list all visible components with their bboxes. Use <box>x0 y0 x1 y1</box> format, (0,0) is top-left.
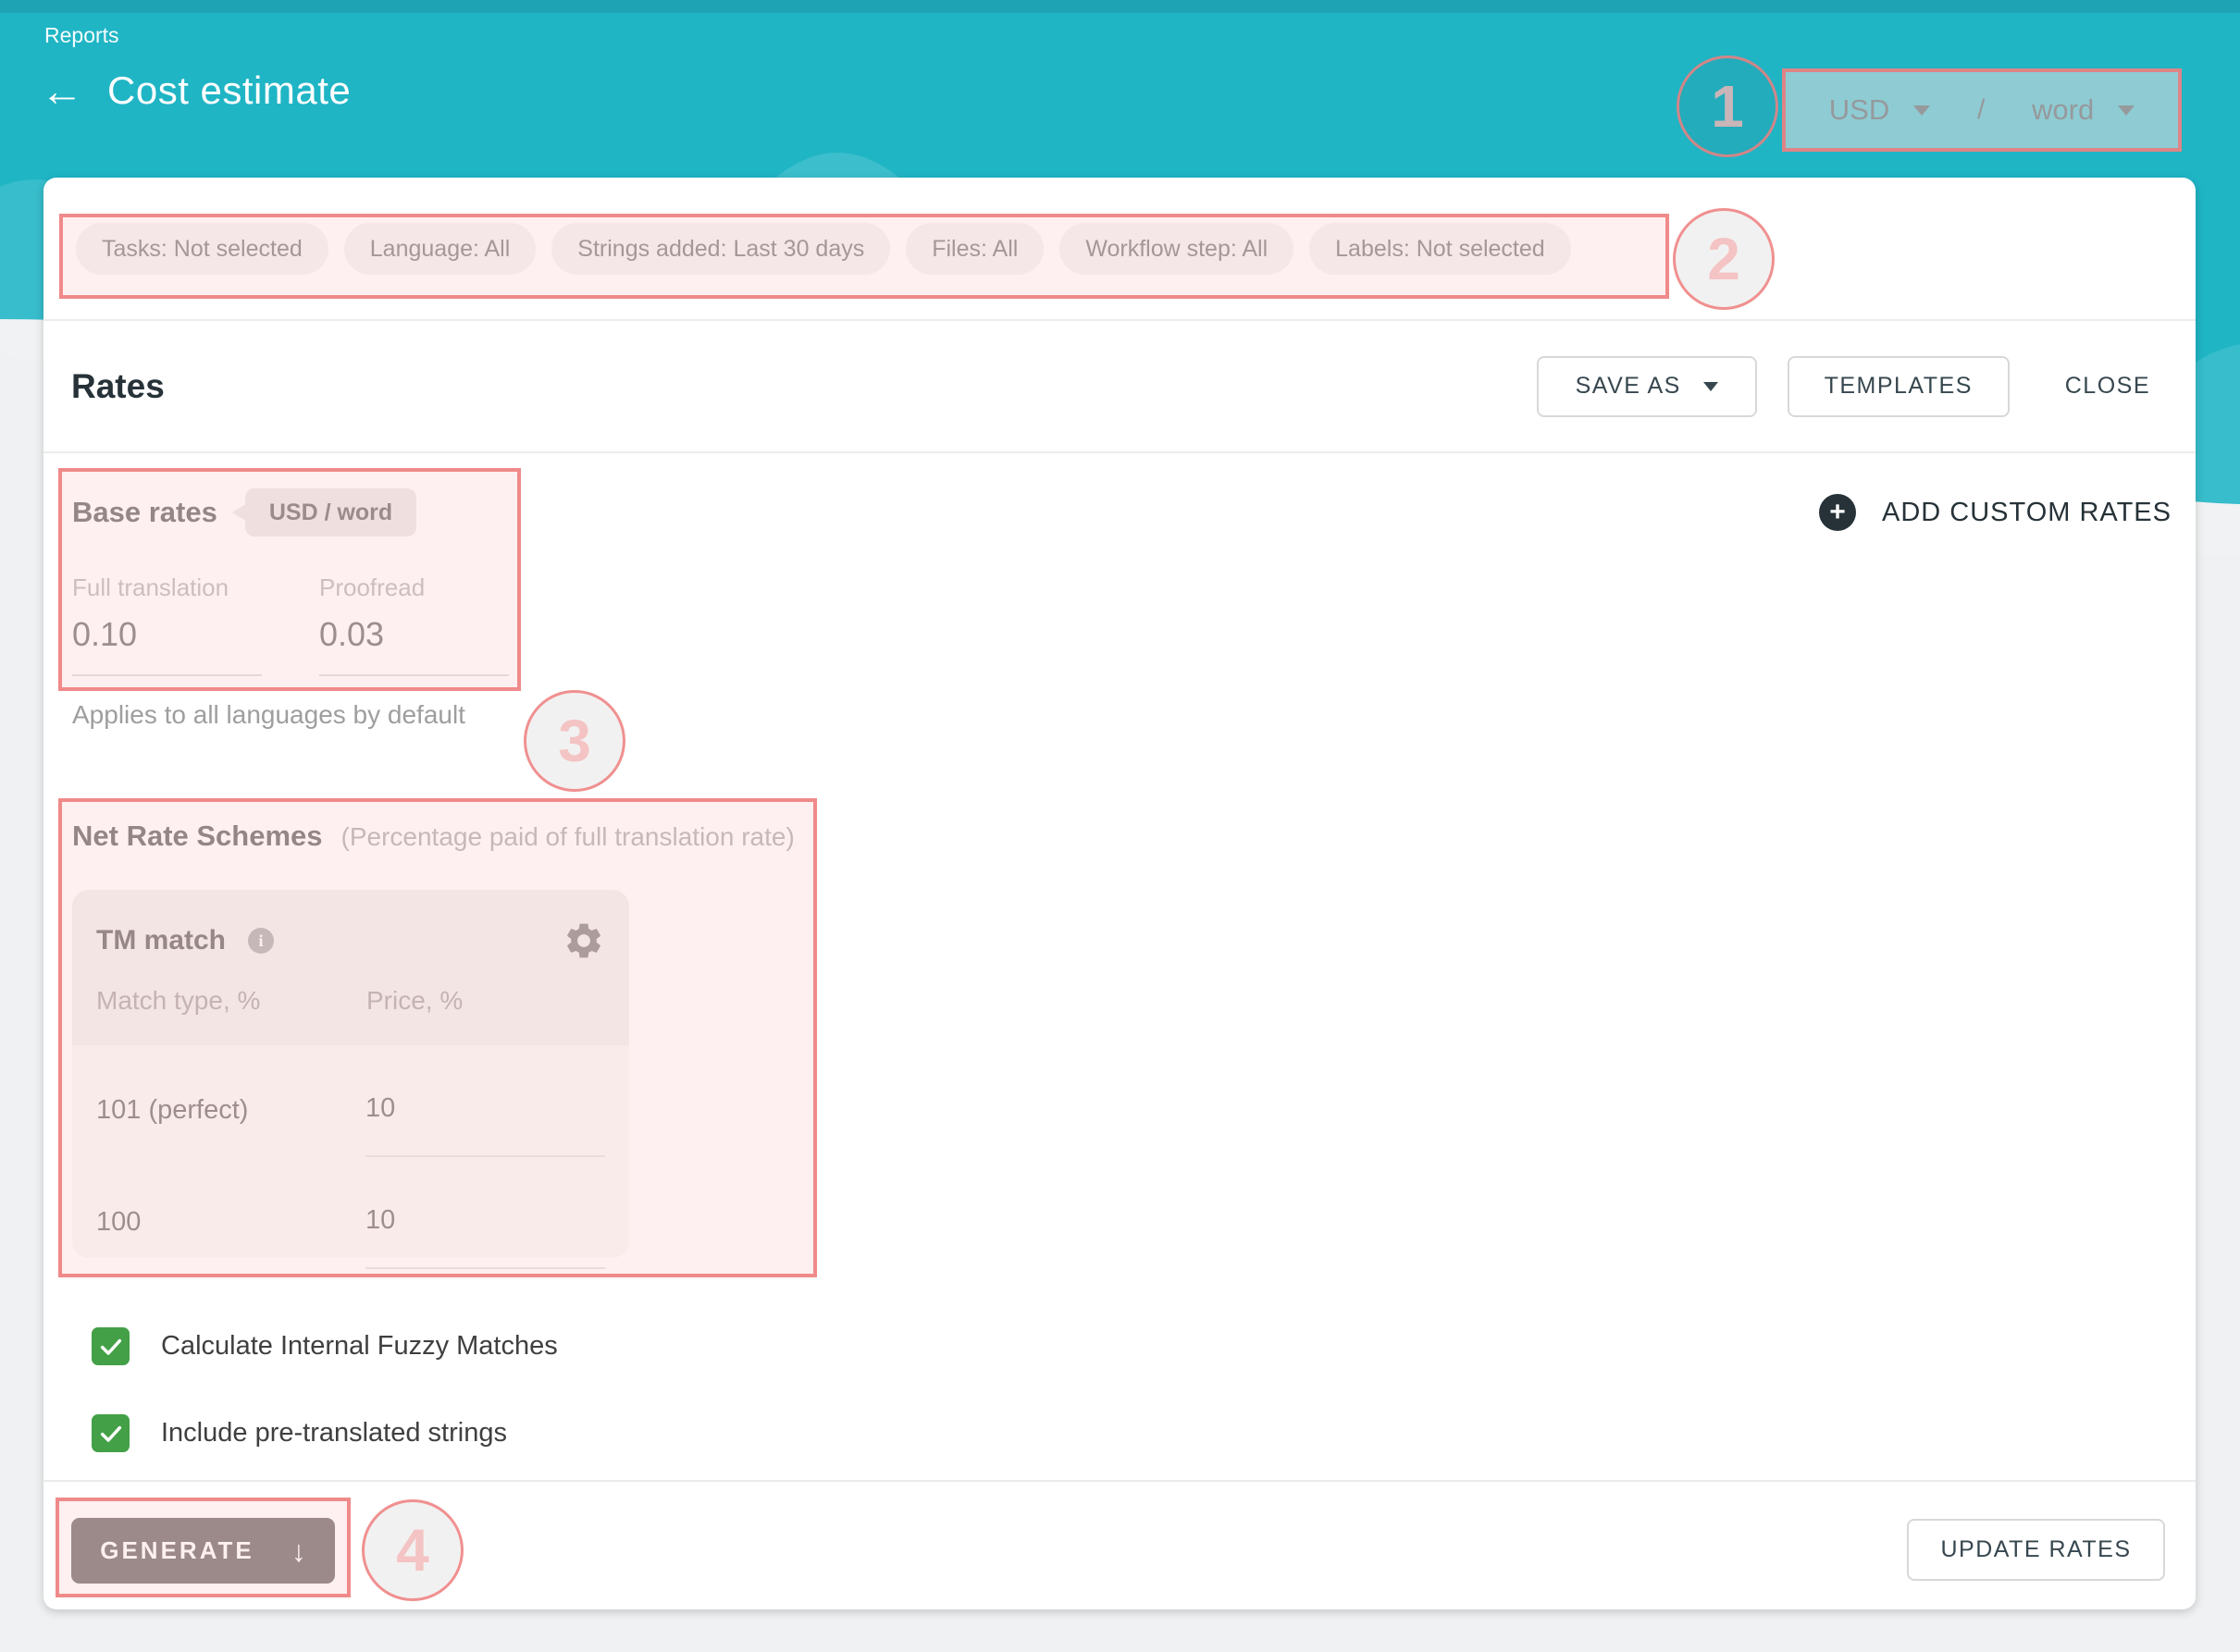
annotation-circle-2: 2 <box>1673 208 1775 310</box>
rates-title: Rates <box>71 367 165 406</box>
base-rates-note: Applies to all languages by default <box>72 700 465 730</box>
annotation-circle-3: 3 <box>524 690 625 792</box>
page-title-row: ← Cost estimate <box>41 68 351 113</box>
templates-button[interactable]: TEMPLATES <box>1788 356 2010 417</box>
save-as-button[interactable]: SAVE AS <box>1537 356 1757 417</box>
annotation-box-base-rates <box>58 468 521 691</box>
pre-translated-checkbox[interactable] <box>92 1414 130 1452</box>
breadcrumb[interactable]: Reports <box>44 23 119 48</box>
fuzzy-matches-option: Calculate Internal Fuzzy Matches <box>92 1327 558 1365</box>
close-button[interactable]: CLOSE <box>2065 373 2150 400</box>
annotation-box-filters <box>59 214 1669 299</box>
annotation-box-net-rate-schemes <box>58 798 817 1277</box>
templates-label: TEMPLATES <box>1825 373 1973 400</box>
update-rates-label: UPDATE RATES <box>1941 1536 2132 1563</box>
cost-estimate-page: Reports ← Cost estimate USD / word Tasks… <box>0 0 2240 1652</box>
pre-translated-option: Include pre-translated strings <box>92 1414 507 1452</box>
annotation-circle-4: 4 <box>362 1499 464 1601</box>
fuzzy-matches-label: Calculate Internal Fuzzy Matches <box>161 1331 558 1362</box>
add-custom-rates-button[interactable]: + ADD CUSTOM RATES <box>1819 494 2172 531</box>
fuzzy-matches-checkbox[interactable] <box>92 1327 130 1365</box>
annotation-box-generate <box>56 1498 351 1597</box>
chevron-down-icon <box>1703 382 1718 391</box>
rates-header-row: Rates SAVE AS TEMPLATES CLOSE <box>43 321 2196 453</box>
page-title: Cost estimate <box>107 68 351 113</box>
back-arrow-icon[interactable]: ← <box>41 69 83 112</box>
save-as-label: SAVE AS <box>1576 373 1681 400</box>
annotation-box-currency <box>1782 68 2182 152</box>
pre-translated-label: Include pre-translated strings <box>161 1418 507 1449</box>
update-rates-button[interactable]: UPDATE RATES <box>1907 1519 2165 1581</box>
add-custom-rates-label: ADD CUSTOM RATES <box>1882 498 2172 528</box>
annotation-circle-1: 1 <box>1677 55 1778 157</box>
plus-icon: + <box>1819 494 1856 531</box>
